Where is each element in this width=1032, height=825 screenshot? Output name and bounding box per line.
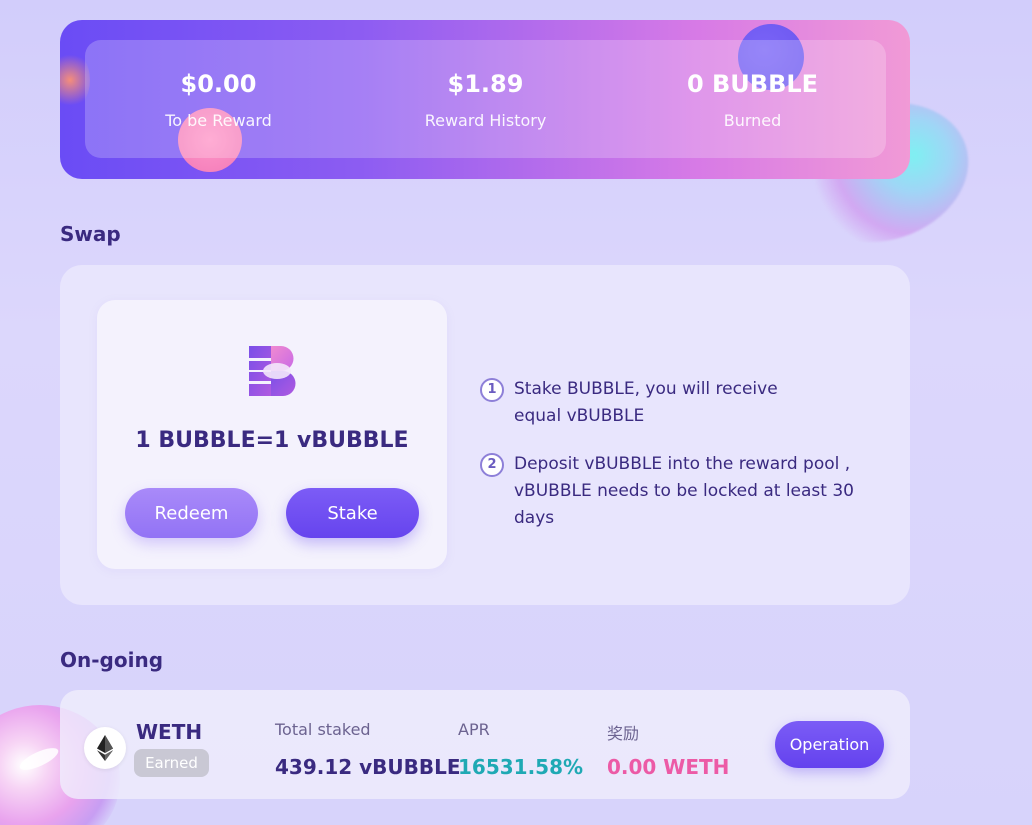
swap-panel: 1 BUBBLE=1 vBUBBLE Redeem Stake: [97, 300, 447, 569]
stat-value: $0.00: [180, 69, 257, 98]
reward-value: 0.00 WETH: [607, 755, 730, 779]
token-name: WETH: [136, 720, 203, 744]
ethereum-icon: [84, 727, 126, 769]
stat-burned: 0 BUBBLE Burned: [619, 69, 886, 130]
stat-label: Reward History: [424, 110, 547, 130]
swap-step-2: 2 Deposit vBUBBLE into the reward pool ,…: [480, 451, 860, 532]
bubble-logo-icon: [249, 346, 296, 396]
swap-card: 1 BUBBLE=1 vBUBBLE Redeem Stake 1 Stake …: [60, 265, 910, 605]
stat-to-be-reward: $0.00 To be Reward: [85, 69, 352, 130]
apr-label: APR: [458, 720, 490, 739]
stat-label: To be Reward: [165, 110, 272, 130]
swap-section-title: Swap: [60, 222, 121, 246]
step-number-badge: 2: [480, 453, 504, 477]
total-staked-label: Total staked: [275, 720, 371, 739]
step-text: Deposit vBUBBLE into the reward pool , v…: [514, 454, 854, 528]
stat-label: Burned: [723, 110, 782, 130]
redeem-button[interactable]: Redeem: [125, 488, 258, 538]
stat-reward-history: $1.89 Reward History: [352, 69, 619, 130]
total-staked-value: 439.12 vBUBBLE: [275, 755, 461, 779]
step-text: Stake BUBBLE, you will receive equal vBU…: [514, 379, 778, 426]
step-number-badge: 1: [480, 378, 504, 402]
apr-value: 16531.58%: [458, 755, 584, 779]
stats-panel: $0.00 To be Reward $1.89 Reward History …: [85, 40, 886, 158]
reward-label: 奖励: [607, 724, 640, 743]
swap-step-1: 1 Stake BUBBLE, you will receive equal v…: [480, 376, 860, 430]
earned-badge: Earned: [134, 749, 209, 777]
ongoing-section-title: On-going: [60, 648, 164, 672]
rewards-banner: $0.00 To be Reward $1.89 Reward History …: [60, 20, 910, 179]
stake-button[interactable]: Stake: [286, 488, 419, 538]
swap-rate-text: 1 BUBBLE=1 vBUBBLE: [135, 428, 409, 453]
pool-row: WETH Earned Total staked 439.12 vBUBBLE …: [60, 690, 910, 799]
operation-button[interactable]: Operation: [775, 721, 884, 768]
stat-value: 0 BUBBLE: [686, 69, 819, 98]
stat-value: $1.89: [447, 69, 524, 98]
